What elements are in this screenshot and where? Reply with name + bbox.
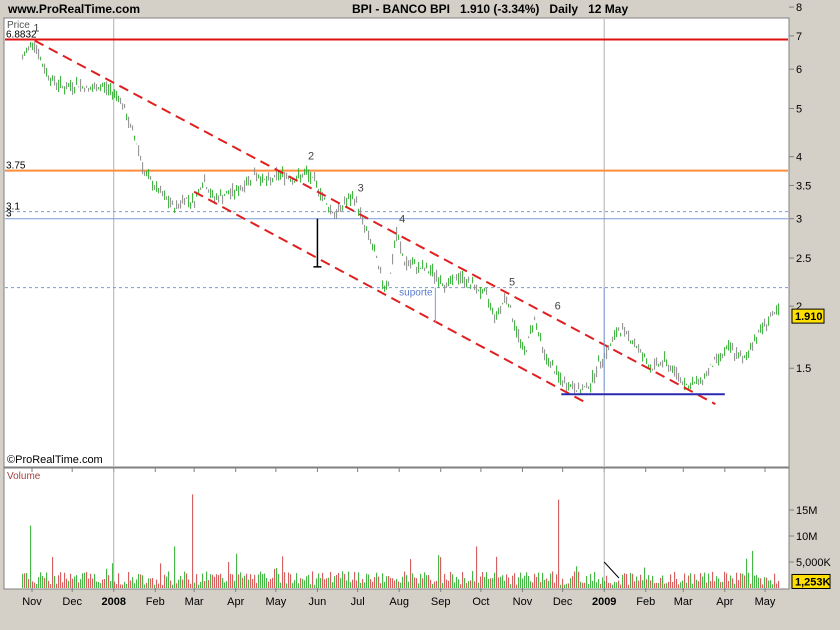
wave-label: 1 (33, 22, 39, 34)
x-tick-label: Jun (309, 596, 327, 608)
x-tick-label: Nov (513, 596, 533, 608)
x-tick-label: Dec (553, 596, 573, 608)
y-tick-label: 6 (796, 64, 802, 76)
y-tick-label: 7 (796, 31, 802, 43)
y-tick-label: 3.5 (796, 180, 811, 192)
wave-label: 4 (399, 213, 405, 225)
volume-panel-bg (3, 467, 790, 590)
last-price-badge-text: 1.910 (795, 311, 823, 323)
x-tick-label: Oct (472, 596, 489, 608)
wave-label: 3 (358, 183, 364, 195)
volume-y-tick-label: 10M (796, 531, 817, 543)
x-tick-label: Sep (431, 596, 451, 608)
x-tick-label: Feb (636, 596, 655, 608)
wave-label: 5 (509, 277, 515, 289)
y-tick-label: 5 (796, 103, 802, 115)
volume-panel-title: Volume (7, 471, 41, 482)
x-tick-label: Mar (674, 596, 693, 608)
x-tick-label: Mar (185, 596, 204, 608)
stock-chart: Price ©ProRealTime.com Volume 6.88323.75… (3, 2, 832, 608)
level-label: 3.75 (6, 161, 26, 172)
last-volume-badge-text: 1,253K (795, 576, 831, 588)
watermark: ©ProRealTime.com (7, 454, 103, 466)
x-tick-label: Apr (227, 596, 244, 608)
y-tick-label: 1.5 (796, 363, 811, 375)
volume-y-tick-label: 5,000K (796, 557, 832, 569)
y-tick-label: 8 (796, 2, 802, 14)
price-panel-bg (3, 17, 790, 468)
wave-label: 2 (308, 150, 314, 162)
level-label: 3 (6, 209, 12, 220)
volume-y-tick-label: 15M (796, 505, 817, 517)
wave-label: 6 (555, 300, 561, 312)
x-tick-label: Feb (146, 596, 165, 608)
x-tick-label: 2008 (102, 596, 126, 608)
support-label: suporte (399, 288, 433, 299)
x-tick-label: May (265, 596, 286, 608)
y-tick-label: 4 (796, 152, 802, 164)
x-tick-label: May (755, 596, 776, 608)
x-tick-label: Jul (351, 596, 365, 608)
x-tick-label: 2009 (592, 596, 616, 608)
x-tick-label: Apr (716, 596, 733, 608)
y-tick-label: 2.5 (796, 253, 811, 265)
x-tick-label: Nov (22, 596, 42, 608)
x-tick-label: Aug (389, 596, 409, 608)
y-tick-label: 3 (796, 214, 802, 226)
x-tick-label: Dec (62, 596, 82, 608)
